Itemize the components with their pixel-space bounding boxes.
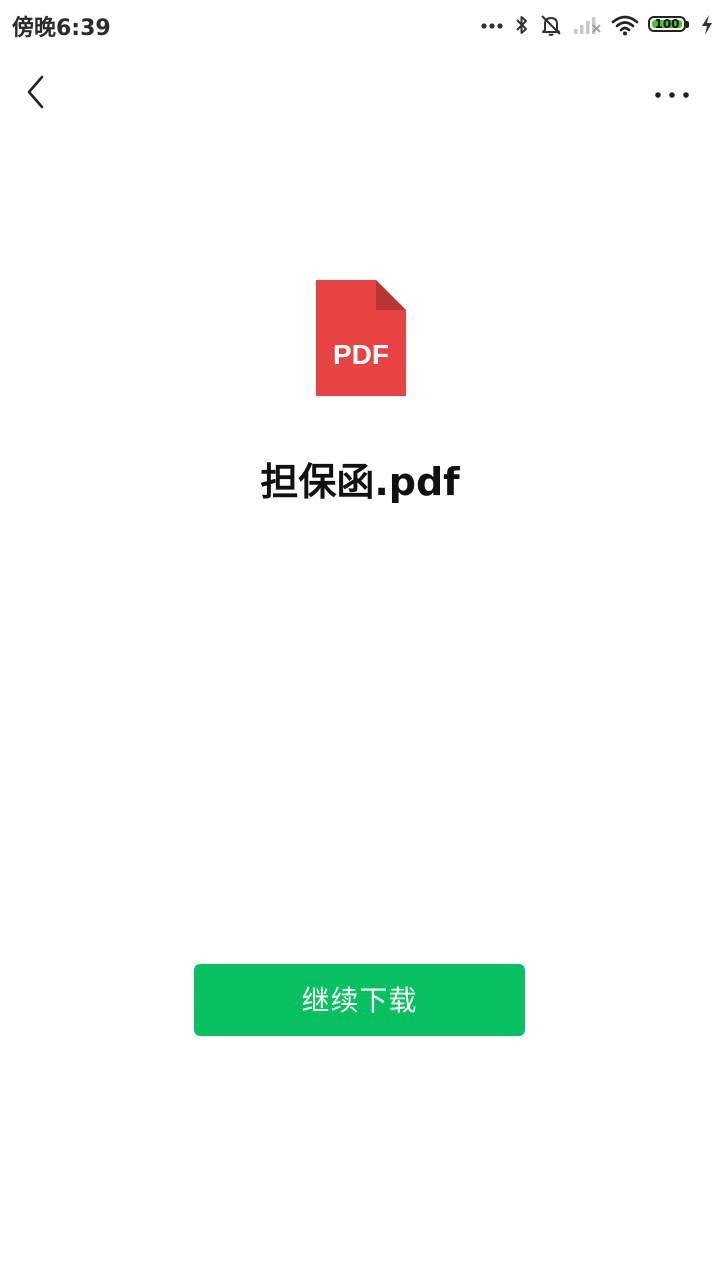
nav-bar [0,56,720,132]
file-name: 担保函.pdf [260,460,460,504]
more-dots-icon [480,20,506,30]
charging-bolt-icon [700,13,714,37]
status-icons: 100 [480,10,714,40]
continue-download-button[interactable]: 继续下载 [194,964,525,1036]
more-horizontal-icon [654,85,690,104]
back-button[interactable] [14,70,58,118]
signal-no-service-icon [572,13,602,37]
chevron-left-icon [24,74,48,114]
more-button[interactable] [644,70,700,118]
bluetooth-icon [514,13,530,37]
status-bar: 傍晚6:39 100 [0,0,720,50]
pdf-file-icon: PDF [316,280,406,396]
battery-tip [686,21,689,28]
battery-icon: 100 [648,15,692,35]
status-time: 傍晚6:39 [12,16,111,41]
file-type-label: PDF [333,339,389,370]
battery-level: 100 [654,17,680,31]
wifi-icon [610,13,640,37]
mute-bell-icon [538,12,564,38]
